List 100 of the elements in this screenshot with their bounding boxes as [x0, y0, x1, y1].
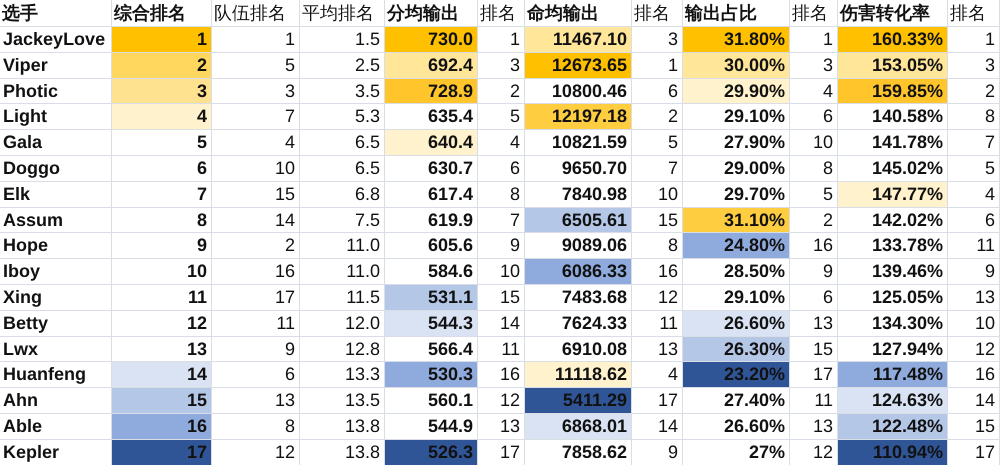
table-cell: 2: [112, 52, 212, 79]
table-cell: 692.4: [385, 52, 478, 79]
table-cell: 6: [790, 284, 838, 311]
table-cell: 544.3: [385, 310, 478, 337]
table-cell: 26.60%: [683, 414, 790, 440]
table-cell: 27.90%: [683, 130, 790, 156]
table-cell: 10: [948, 310, 1000, 337]
player-name: Lwx: [0, 336, 112, 362]
table-cell: 5411.29: [525, 388, 632, 414]
table-cell: 11.0: [300, 259, 385, 285]
table-cell: 5: [632, 130, 683, 156]
table-cell: 117.48%: [838, 362, 948, 388]
player-name: Hope: [0, 233, 112, 260]
table-cell: 125.05%: [838, 284, 948, 311]
table-cell: 14: [478, 310, 525, 337]
table-cell: 1: [948, 27, 1000, 53]
table-cell: 9: [112, 233, 212, 260]
table-cell: 16: [112, 414, 212, 440]
table-cell: 6: [478, 156, 525, 182]
table-cell: 14: [632, 414, 683, 440]
table-cell: 6868.01: [525, 414, 632, 440]
table-cell: 6.8: [300, 182, 385, 208]
table-cell: 728.9: [385, 78, 478, 104]
table-cell: 11: [212, 310, 300, 337]
table-cell: 16: [632, 259, 683, 285]
table-cell: 16: [212, 259, 300, 285]
table-cell: 5: [948, 156, 1000, 182]
table-cell: 630.7: [385, 156, 478, 182]
table-cell: 7858.62: [525, 440, 632, 465]
table-cell: 10821.59: [525, 130, 632, 156]
table-cell: 27.40%: [683, 388, 790, 414]
table-cell: 122.48%: [838, 414, 948, 440]
table-cell: 5: [112, 130, 212, 156]
player-name: Iboy: [0, 259, 112, 285]
table-cell: 14: [212, 208, 300, 234]
column-header: 队伍排名: [212, 0, 300, 27]
table-cell: 17: [948, 440, 1000, 465]
table-cell: 5.3: [300, 104, 385, 130]
table-cell: 11467.10: [525, 27, 632, 53]
table-cell: 10: [212, 156, 300, 182]
table-cell: 7483.68: [525, 284, 632, 311]
table-cell: 31.10%: [683, 208, 790, 234]
table-cell: 30.00%: [683, 52, 790, 79]
table-cell: 26.30%: [683, 336, 790, 362]
table-cell: 8: [948, 104, 1000, 130]
table-cell: 139.46%: [838, 259, 948, 285]
table-cell: 147.77%: [838, 182, 948, 208]
table-cell: 2: [478, 78, 525, 104]
table-cell: 27%: [683, 440, 790, 465]
table-cell: 7: [632, 156, 683, 182]
table-cell: 2: [212, 233, 300, 260]
column-header: 排名: [790, 0, 838, 27]
table-cell: 11: [478, 336, 525, 362]
table-cell: 142.02%: [838, 208, 948, 234]
table-cell: 3: [112, 78, 212, 104]
table-cell: 1: [212, 27, 300, 53]
table-cell: 13: [790, 310, 838, 337]
table-cell: 6.5: [300, 156, 385, 182]
table-cell: 7: [212, 104, 300, 130]
table-cell: 110.94%: [838, 440, 948, 465]
table-cell: 13: [948, 284, 1000, 311]
table-cell: 8: [212, 414, 300, 440]
table-cell: 6086.33: [525, 259, 632, 285]
player-name: Elk: [0, 182, 112, 208]
table-cell: 9: [948, 259, 1000, 285]
table-cell: 153.05%: [838, 52, 948, 79]
table-cell: 12: [112, 310, 212, 337]
table-cell: 9: [790, 259, 838, 285]
table-cell: 10: [112, 259, 212, 285]
table-cell: 16: [948, 362, 1000, 388]
table-cell: 124.63%: [838, 388, 948, 414]
table-cell: 159.85%: [838, 78, 948, 104]
table-cell: 8: [478, 182, 525, 208]
table-cell: 13.5: [300, 388, 385, 414]
table-cell: 619.9: [385, 208, 478, 234]
table-cell: 160.33%: [838, 27, 948, 53]
table-cell: 12: [632, 284, 683, 311]
table-cell: 8: [790, 156, 838, 182]
table-cell: 29.00%: [683, 156, 790, 182]
table-cell: 17: [478, 440, 525, 465]
table-cell: 730.0: [385, 27, 478, 53]
table-cell: 2: [632, 104, 683, 130]
table-cell: 2: [790, 208, 838, 234]
table-cell: 11: [112, 284, 212, 311]
table-cell: 5: [212, 52, 300, 79]
table-cell: 531.1: [385, 284, 478, 311]
table-cell: 17: [632, 388, 683, 414]
table-cell: 26.60%: [683, 310, 790, 337]
table-cell: 15: [790, 336, 838, 362]
table-cell: 605.6: [385, 233, 478, 260]
table-cell: 9: [478, 233, 525, 260]
table-cell: 8: [112, 208, 212, 234]
table-cell: 7: [112, 182, 212, 208]
table-cell: 526.3: [385, 440, 478, 465]
table-cell: 11: [948, 233, 1000, 260]
table-cell: 12.8: [300, 336, 385, 362]
table-cell: 11.0: [300, 233, 385, 260]
table-cell: 13.8: [300, 414, 385, 440]
table-cell: 12197.18: [525, 104, 632, 130]
table-cell: 15: [112, 388, 212, 414]
